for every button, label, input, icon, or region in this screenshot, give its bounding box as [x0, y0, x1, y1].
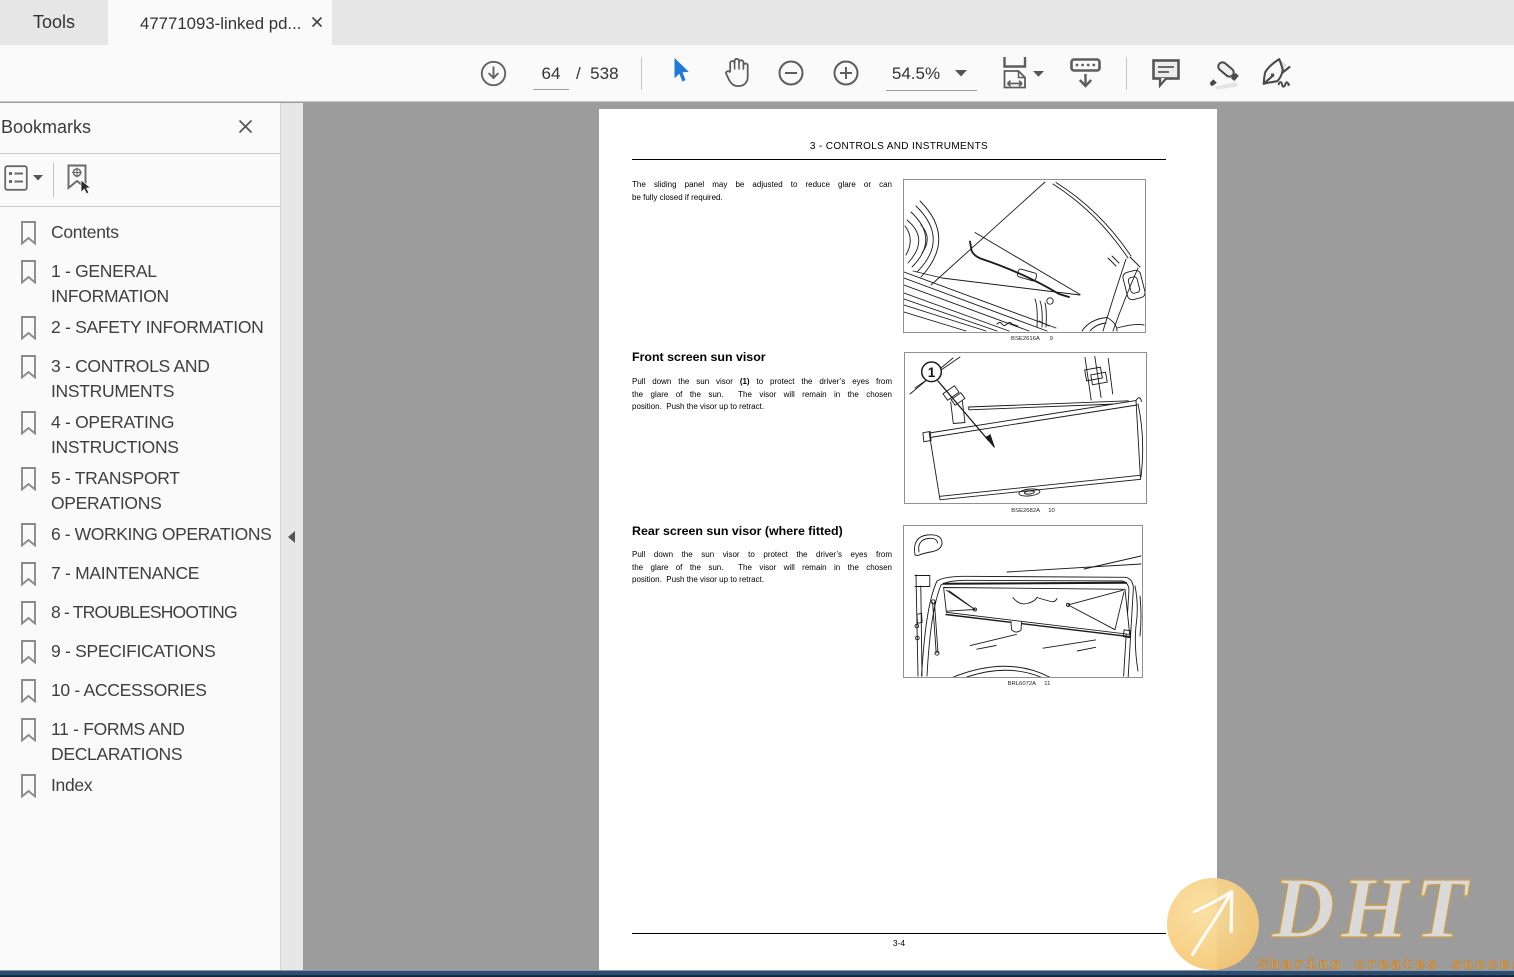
svg-text:1: 1: [928, 365, 936, 380]
